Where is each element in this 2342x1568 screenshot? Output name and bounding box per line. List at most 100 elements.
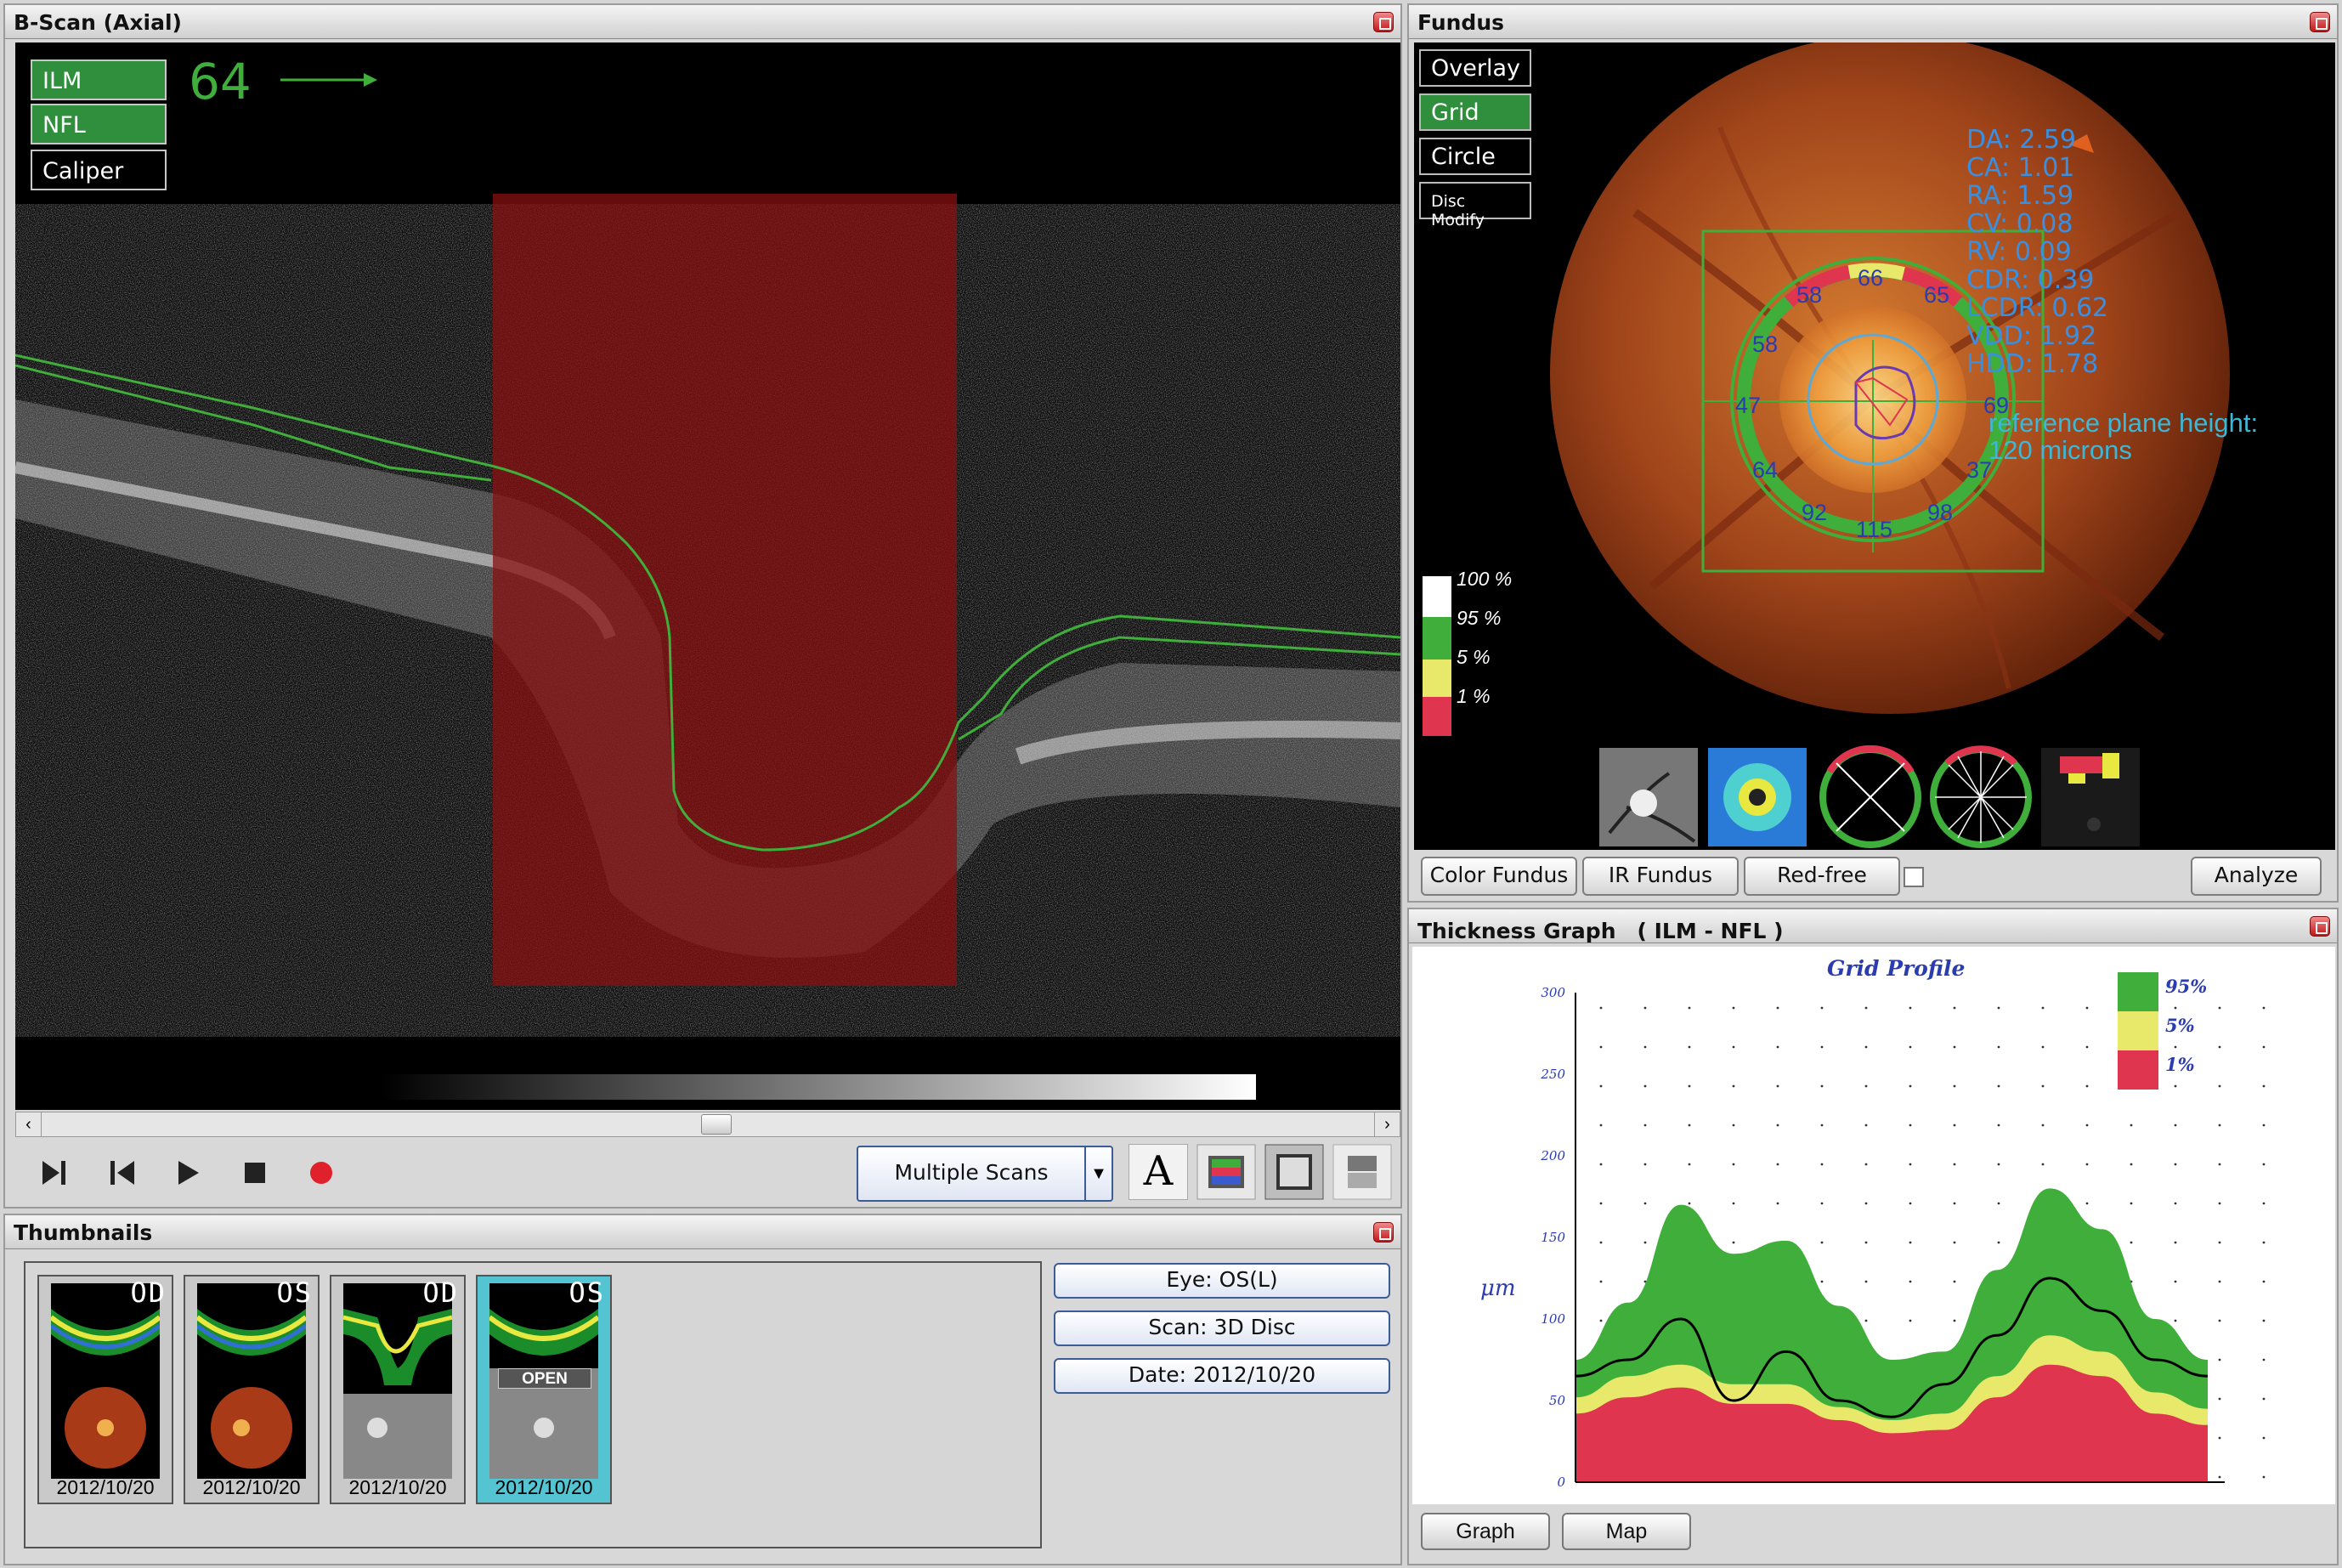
grid-dot xyxy=(1864,1006,1868,1010)
grid-dot xyxy=(1864,1124,1868,1127)
grid-dot xyxy=(2218,1436,2221,1440)
eye-info-field[interactable]: Eye: OS(L) xyxy=(1054,1263,1390,1299)
thumbnail-item[interactable]: OD 2012/10/20 xyxy=(330,1275,466,1504)
disc-modify-button[interactable]: Disc Modify xyxy=(1419,182,1531,229)
grid-dot xyxy=(1776,1202,1779,1205)
sector-value: 92 xyxy=(1802,500,1828,525)
bscan-viewer[interactable]: ILM NFL Caliper 64 xyxy=(15,42,1400,1110)
grid-dot xyxy=(2085,1084,2089,1088)
color-fundus-button[interactable]: Color Fundus xyxy=(1421,857,1577,896)
grid-dot xyxy=(2218,1475,2221,1479)
date-info-field[interactable]: Date: 2012/10/20 xyxy=(1054,1358,1390,1394)
thumbnail-item[interactable]: OD 2012/10/20 xyxy=(37,1275,173,1504)
grid-dot xyxy=(1953,1163,1956,1166)
thumbnail-eye: OS xyxy=(276,1276,313,1309)
grid-dot xyxy=(1643,1006,1647,1010)
grid-dot xyxy=(1820,1241,1824,1244)
thumbnail-item-selected[interactable]: OS OPEN 2012/10/20 xyxy=(476,1275,612,1504)
play-icon[interactable] xyxy=(173,1158,204,1188)
scan-info-field[interactable]: Scan: 3D Disc xyxy=(1054,1310,1390,1346)
bscan-scrollbar[interactable]: ‹ › xyxy=(15,1112,1400,1137)
grid-dot xyxy=(2041,1045,2045,1049)
red-free-checkbox[interactable] xyxy=(1904,867,1924,887)
grid-dot xyxy=(1776,1124,1779,1127)
grid-dot xyxy=(1688,1202,1691,1205)
grid-dot xyxy=(2085,1006,2089,1010)
scroll-left-icon[interactable]: ‹ xyxy=(16,1112,42,1136)
grid-dot xyxy=(2262,1045,2266,1049)
metric-lcdr: LCDR: 0.62 xyxy=(1966,293,2109,323)
grid-dot xyxy=(1909,1280,1912,1283)
grid-dot xyxy=(1776,1163,1779,1166)
sector-value: 58 xyxy=(1796,282,1823,308)
thumbnail-item[interactable]: OS 2012/10/20 xyxy=(184,1275,320,1504)
step-end-icon[interactable] xyxy=(39,1158,70,1188)
caliper-region[interactable] xyxy=(493,194,957,986)
scroll-thumb[interactable] xyxy=(701,1114,732,1135)
grid-dot xyxy=(1997,1045,2000,1049)
chevron-down-icon[interactable]: ▼ xyxy=(1084,1146,1113,1202)
fundus-viewer[interactable]: Overlay Grid Circle Disc Modify DA: 2.59… xyxy=(1414,42,2335,850)
step-back-icon[interactable] xyxy=(107,1158,138,1188)
grid-dot xyxy=(2262,1241,2266,1244)
grid-dot xyxy=(2174,1163,2177,1166)
grid-button[interactable]: Grid xyxy=(1419,93,1531,131)
sector-value: 69 xyxy=(1983,393,2010,418)
grid-dot xyxy=(1820,1202,1824,1205)
bscan-titlebar: B-Scan (Axial) xyxy=(5,5,1400,39)
invert-map-icon[interactable] xyxy=(1332,1144,1392,1200)
fundus-panel: Fundus Overlay Grid Circle Disc Modify D… xyxy=(1407,3,2339,903)
layer-caliper-button[interactable]: Caliper xyxy=(31,150,167,190)
grid-dot xyxy=(1997,1124,2000,1127)
sector-value: 64 xyxy=(1752,457,1779,483)
grid-dot xyxy=(2218,1163,2221,1166)
thumbnails-title: Thumbnails xyxy=(14,1220,153,1245)
fundus-close-icon[interactable] xyxy=(2310,12,2330,32)
red-free-button[interactable]: Red-free xyxy=(1744,857,1900,896)
circle-button[interactable]: Circle xyxy=(1419,138,1531,175)
text-annotation-icon[interactable]: A xyxy=(1129,1144,1188,1200)
tab-map[interactable]: Map xyxy=(1562,1513,1691,1550)
chart-title: Grid Profile xyxy=(1827,956,1965,981)
bscan-close-icon[interactable] xyxy=(1373,12,1394,32)
grid-dot xyxy=(1864,1202,1868,1205)
layer-ilm-button[interactable]: ILM xyxy=(31,59,167,100)
grayscale-map-icon[interactable] xyxy=(1264,1144,1324,1200)
grid-dot xyxy=(1732,1084,1735,1088)
stop-icon[interactable] xyxy=(241,1159,269,1186)
layer-nfl-button[interactable]: NFL xyxy=(31,104,167,144)
grid-dot xyxy=(2041,1124,2045,1127)
thickness-chart-area: 050100150200250300μmGrid ProfileTTSSTSSN… xyxy=(1412,947,2335,1546)
thickness-close-icon[interactable] xyxy=(2310,916,2330,937)
tab-graph[interactable]: Graph xyxy=(1421,1513,1550,1550)
grid-dot xyxy=(1599,1124,1603,1127)
sector-value: 47 xyxy=(1735,393,1762,418)
grid-dot xyxy=(1643,1241,1647,1244)
grid-dot xyxy=(1599,1084,1603,1088)
metric-hdd: HDD: 1.78 xyxy=(1966,349,2099,379)
analyze-button[interactable]: Analyze xyxy=(2191,857,2322,896)
grid-dot xyxy=(2262,1124,2266,1127)
grid-dot xyxy=(2174,1241,2177,1244)
grid-dot xyxy=(2218,1241,2221,1244)
grid-dot xyxy=(2262,1202,2266,1205)
thumbnails-close-icon[interactable] xyxy=(1373,1222,1394,1243)
scan-mode-select[interactable]: Multiple Scans xyxy=(857,1146,1086,1202)
grid-dot xyxy=(1909,1241,1912,1244)
legend-label: 1% xyxy=(2165,1054,2195,1075)
playback-toolbar: Multiple Scans ▼ A xyxy=(15,1141,1400,1202)
legend-label: 95 % xyxy=(1457,607,1502,629)
grid-dot xyxy=(2130,1241,2133,1244)
color-map-icon[interactable] xyxy=(1196,1144,1256,1200)
grid-dot xyxy=(2262,1280,2266,1283)
legend-label: 100 % xyxy=(1457,568,1513,590)
ir-fundus-button[interactable]: IR Fundus xyxy=(1582,857,1739,896)
scroll-right-icon[interactable]: › xyxy=(1374,1112,1400,1136)
overlay-button[interactable]: Overlay xyxy=(1419,49,1531,87)
grid-dot xyxy=(1599,1280,1603,1283)
grid-dot xyxy=(1599,1319,1603,1322)
grid-dot xyxy=(1997,1202,2000,1205)
open-badge: OPEN xyxy=(498,1368,591,1389)
grid-dot xyxy=(2218,1319,2221,1322)
record-icon[interactable] xyxy=(308,1159,335,1186)
